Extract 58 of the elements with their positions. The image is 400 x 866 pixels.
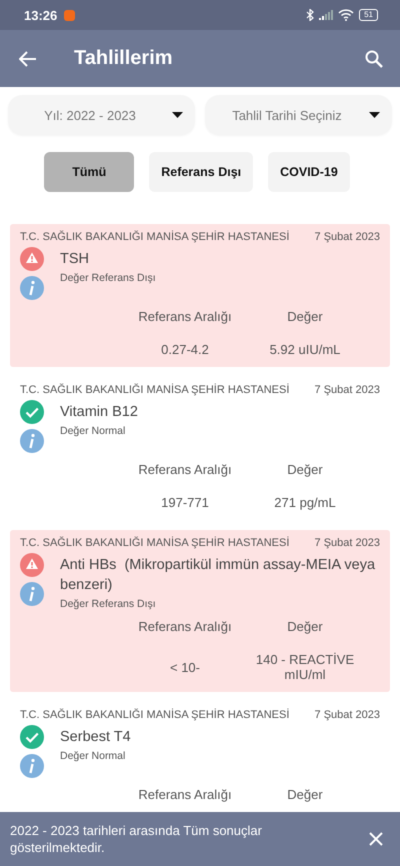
battery-indicator: 51 (359, 9, 378, 21)
back-arrow-icon[interactable] (19, 50, 37, 66)
status-text: Değer Normal (60, 750, 126, 762)
info-icon[interactable] (20, 582, 44, 606)
warning-icon (20, 247, 44, 271)
notification-icon (64, 10, 76, 20)
test-name: Serbest T4 (60, 728, 131, 747)
column-header: Değer (286, 787, 324, 802)
screen-title: Tahlillerim (74, 47, 174, 70)
result-value: 271 pg/mL (273, 495, 337, 510)
result-date: 7 Şubat 2023 (314, 537, 380, 549)
hospital-name: T.C. SAĞLIK BAKANLIĞI MANİSA ŞEHİR HASTANESİ (20, 709, 290, 721)
reference-range: 0.27-4.2 (160, 342, 210, 357)
snackbar-message: 2022 - 2023 tarihleri arasında Tüm sonuçlar gösterilmektedir. (10, 822, 263, 856)
status-text: Değer Referans Dışı (60, 598, 157, 610)
close-icon[interactable] (369, 832, 383, 846)
result-date: 7 Şubat 2023 (314, 231, 380, 243)
column-header: Değer (286, 619, 324, 634)
result-card[interactable]: T.C. SAĞLIK BAKANLIĞI MANİSA ŞEHİR HASTANESİ 7 Şubat 2023 TSH Değer Referans Dışı Referans Aralığı Değer 0.27-4.2 5.92 uIU/mL (10, 224, 390, 367)
bluetooth-icon (306, 9, 314, 21)
check-icon (20, 400, 44, 424)
warning-icon (20, 553, 44, 577)
column-header: Değer (286, 462, 324, 477)
column-header: Referans Aralığı (137, 619, 233, 634)
reference-range: 197-771 (160, 495, 210, 510)
result-date: 7 Şubat 2023 (314, 709, 380, 721)
check-icon (20, 725, 44, 749)
test-name: Anti HBs (Mikropartikül immün assay-MEIA veya benzeri) (60, 556, 376, 595)
info-icon[interactable] (20, 429, 44, 453)
hospital-name: T.C. SAĞLIK BAKANLIĞI MANİSA ŞEHİR HASTANESİ (20, 384, 290, 396)
result-value: 5.92 uIU/mL (268, 342, 342, 357)
dropdown-caret-icon (369, 112, 380, 118)
status-time: 13:26 (24, 8, 58, 22)
column-header: Referans Aralığı (137, 787, 233, 802)
result-value: 140 - REACTİVE mIU/ml (254, 652, 356, 682)
filter-chip[interactable]: Tümü (44, 152, 134, 192)
reference-range: < 10- (169, 660, 201, 674)
search-icon[interactable] (365, 50, 383, 68)
test-name: TSH (60, 250, 90, 269)
test-name: Vitamin B12 (60, 403, 138, 422)
hospital-name: T.C. SAĞLIK BAKANLIĞI MANİSA ŞEHİR HASTANESİ (20, 537, 290, 549)
status-text: Değer Normal (60, 425, 126, 437)
info-icon[interactable] (20, 276, 44, 300)
column-header: Referans Aralığı (137, 462, 233, 477)
column-header: Referans Aralığı (137, 309, 233, 324)
dropdown-caret-icon (172, 112, 183, 118)
dropdown-field[interactable]: Yıl: 2022 - 2023 (8, 95, 195, 135)
filter-chip[interactable]: COVID-19 (268, 152, 350, 192)
wifi-icon (338, 9, 354, 21)
signal-icon (319, 10, 334, 20)
filter-chip[interactable]: Referans Dışı (149, 152, 254, 192)
result-card[interactable]: T.C. SAĞLIK BAKANLIĞI MANİSA ŞEHİR HASTANESİ 7 Şubat 2023 Anti HBs (Mikropartikül immün assay-MEIA veya benzeri) Değer Referans Dışı Referans Aralığı Değer < 10- 140 - REACTİVE mIU/ml (10, 530, 390, 692)
hospital-name: T.C. SAĞLIK BAKANLIĞI MANİSA ŞEHİR HASTANESİ (20, 231, 290, 243)
status-text: Değer Referans Dışı (60, 272, 156, 284)
info-icon[interactable] (20, 754, 44, 778)
dropdown-field[interactable]: Tahlil Tarihi Seçiniz (205, 95, 392, 135)
column-header: Değer (286, 309, 324, 324)
result-date: 7 Şubat 2023 (314, 384, 380, 396)
